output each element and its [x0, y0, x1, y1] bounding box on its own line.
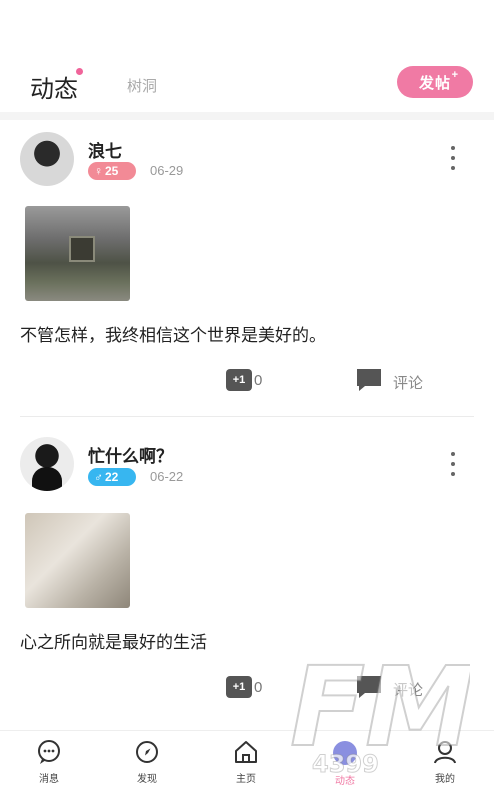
plus-one-icon[interactable]: +1 [226, 676, 252, 698]
comment-button[interactable]: 评论 [393, 372, 423, 393]
nav-label: 主页 [236, 774, 256, 785]
female-icon: ♀ [94, 164, 103, 178]
post-card[interactable]: 浪七 ♀ 25 06-29 不管怎样，我终相信这个世界是美好的。 +1 0 评论 [0, 120, 494, 420]
like-count: 0 [254, 372, 263, 389]
post-card[interactable]: 忙什么啊？ ♂ 22 06-22 心之所向就是最好的生活 +1 0 评论 [0, 425, 494, 725]
create-post-button[interactable]: 发帖 + [397, 66, 473, 98]
home-icon [235, 741, 257, 763]
post-image[interactable] [25, 206, 130, 301]
male-icon: ♂ [94, 470, 103, 484]
nav-label: 我的 [435, 774, 455, 785]
header-divider [0, 112, 494, 120]
compass-icon [136, 741, 158, 763]
create-post-label: 发帖 [418, 74, 451, 92]
plus-icon: + [451, 69, 459, 81]
bottom-nav: 消息 发现 主页 动态 我的 [0, 730, 494, 794]
nav-item-profile[interactable]: 我的 [420, 739, 470, 793]
post-image[interactable] [25, 513, 130, 608]
avatar[interactable] [20, 437, 74, 491]
plus-one-icon[interactable]: +1 [226, 369, 252, 391]
message-icon [38, 740, 60, 764]
nav-item-discover[interactable]: 发现 [122, 739, 172, 793]
nav-label: 发现 [137, 774, 157, 785]
moments-icon [333, 741, 357, 765]
profile-icon [434, 741, 456, 764]
comment-icon[interactable] [355, 674, 383, 700]
post-date: 06-22 [150, 469, 184, 484]
top-header: 动态 树洞 发帖 + [0, 55, 494, 111]
post-divider [20, 416, 474, 417]
nav-item-moments[interactable]: 动态 [320, 739, 370, 793]
like-count: 0 [254, 679, 263, 696]
tab-notification-dot [76, 68, 83, 75]
post-text: 心之所向就是最好的生活 [20, 633, 207, 652]
gender-age-badge: ♂ 22 [88, 468, 136, 486]
age-value: 22 [105, 470, 119, 484]
gender-age-badge: ♀ 25 [88, 162, 136, 180]
nav-label: 动态 [335, 776, 355, 787]
tab-moments[interactable]: 动态 [30, 69, 78, 104]
nav-item-messages[interactable]: 消息 [24, 739, 74, 793]
more-options-icon[interactable] [446, 452, 460, 476]
avatar[interactable] [20, 132, 74, 186]
nav-item-home[interactable]: 主页 [221, 739, 271, 793]
tab-tree-hole[interactable]: 树洞 [127, 75, 157, 96]
post-text: 不管怎样，我终相信这个世界是美好的。 [20, 326, 326, 345]
nav-label: 消息 [39, 774, 59, 785]
username[interactable]: 浪七 [88, 137, 122, 162]
post-date: 06-29 [150, 163, 184, 178]
comment-button[interactable]: 评论 [393, 679, 423, 700]
more-options-icon[interactable] [446, 146, 460, 170]
age-value: 25 [105, 164, 119, 178]
comment-icon[interactable] [355, 367, 383, 393]
username[interactable]: 忙什么啊？ [88, 442, 173, 467]
